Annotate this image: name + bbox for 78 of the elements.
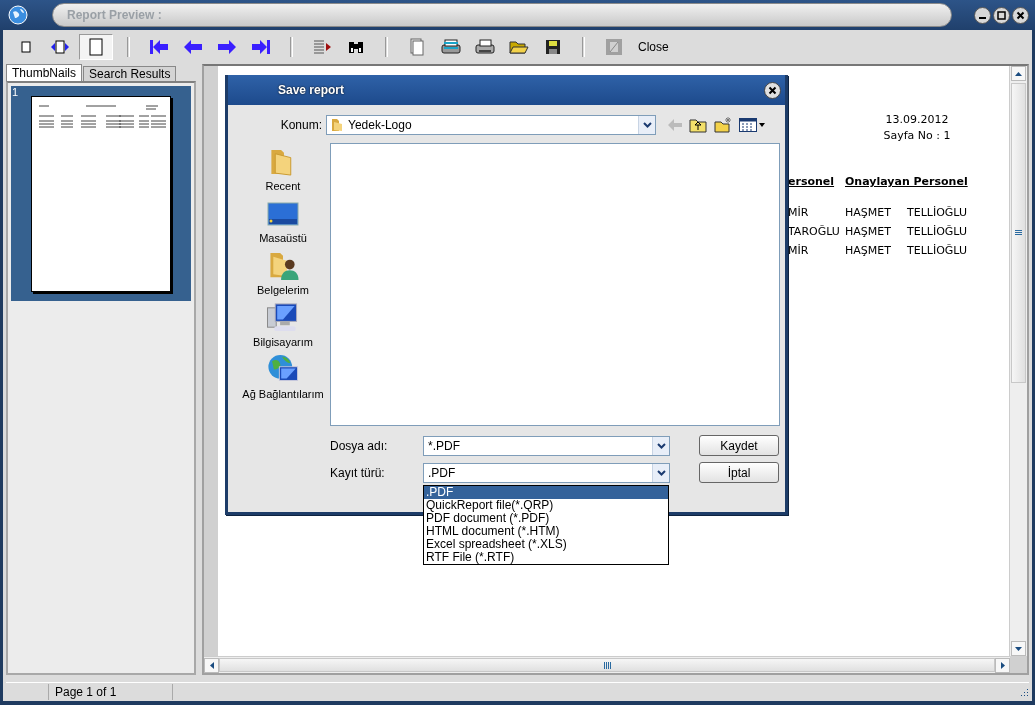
binoculars-icon (348, 40, 364, 54)
grip-icon[interactable] (1015, 230, 1022, 236)
minimize-icon[interactable] (974, 6, 991, 24)
report-date: 13.09.2012 (884, 112, 950, 128)
window-title: Report Preview : (67, 8, 162, 22)
table-cell-text: TELLİOĞLU (907, 205, 968, 221)
dropdown-option[interactable]: QuickReport file(*.QRP) (424, 499, 668, 512)
close-button[interactable]: Close (635, 38, 672, 56)
caret-icon[interactable] (656, 442, 666, 449)
status-page-count: Page 1 of 1 (49, 684, 173, 700)
dialog-title: Save report (278, 83, 346, 97)
folder-user-icon (267, 250, 299, 281)
cancel-button[interactable]: İptal (699, 462, 779, 483)
scroll-up-icon[interactable] (1015, 71, 1022, 76)
last-page-icon (252, 39, 270, 55)
table-cell-text: HAŞMET (845, 205, 892, 221)
save-icon (545, 39, 561, 55)
vertical-scrollbar[interactable] (1009, 66, 1027, 656)
page-icon (21, 41, 31, 53)
panel-tab[interactable]: ThumbNails (6, 64, 83, 81)
close-icon[interactable] (1012, 6, 1029, 24)
scroll-down-icon[interactable] (1015, 646, 1022, 651)
new-folder-icon[interactable] (714, 117, 732, 133)
place-label[interactable]: Belgelerim (257, 284, 309, 296)
panel-tab[interactable]: Search Results (83, 66, 177, 81)
full-page-button[interactable] (79, 34, 113, 60)
computer-icon (266, 302, 300, 333)
dropdown-option[interactable]: HTML document (*.HTM) (424, 525, 668, 538)
go-to-page-icon (313, 40, 331, 54)
place-label[interactable]: Recent (265, 180, 301, 192)
full-page-icon (89, 38, 103, 56)
file-type-dropdown[interactable]: .PDF (423, 462, 670, 483)
scroll-right-icon[interactable] (1000, 661, 1005, 669)
previous-page-icon (184, 39, 202, 55)
grip-icon[interactable] (603, 661, 611, 669)
dropdown-option[interactable]: Excel spreadsheet (*.XLS) (424, 538, 668, 551)
next-page-icon (218, 39, 236, 55)
printer-icon (475, 39, 495, 55)
table-cell-text: MİR (788, 205, 810, 221)
view-menu-icon[interactable] (739, 118, 765, 132)
thumbnail-item[interactable]: 1 (11, 86, 191, 301)
folder-icon (331, 118, 343, 132)
desktop-icon (267, 201, 299, 229)
column-header: Onaylayan Personel (845, 174, 969, 190)
page-number: 1 (12, 86, 19, 98)
page-number-label: Sayfa No : 1 (882, 128, 952, 144)
location-dropdown[interactable]: Yedek-Logo (326, 115, 656, 135)
save-button[interactable]: Kaydet (699, 435, 779, 456)
table-cell-text: HAŞMET (845, 243, 892, 259)
scroll-left-icon[interactable] (209, 661, 214, 669)
dropdown-option[interactable]: .PDF (424, 486, 668, 499)
place-label[interactable]: Masaüstü (259, 232, 307, 244)
table-cell-text: TAROĞLU (788, 224, 841, 240)
dropdown-option[interactable]: RTF File (*.RTF) (424, 551, 668, 564)
open-folder-icon (509, 39, 529, 55)
printer-setup-icon (441, 39, 461, 55)
close-icon[interactable] (764, 81, 781, 99)
caret-icon[interactable] (642, 122, 652, 128)
filename-field[interactable]: *.PDF (423, 435, 670, 456)
dropdown-option[interactable]: PDF document (*.PDF) (424, 512, 668, 525)
file-type-label: Kayıt türü: (330, 465, 386, 480)
horizontal-scrollbar[interactable] (204, 656, 1010, 673)
table-cell-text: HAŞMET (845, 224, 892, 240)
column-header: ersonel (788, 174, 836, 190)
place-label[interactable]: Ağ Bağlantılarım (242, 388, 324, 400)
filename-label: Dosya adı: (330, 438, 389, 453)
table-cell-text: TELLİOĞLU (907, 243, 968, 259)
up-folder-icon[interactable] (689, 117, 707, 133)
page-width-icon (51, 40, 69, 54)
maximize-icon[interactable] (993, 6, 1010, 24)
place-label[interactable]: Bilgisayarım (253, 336, 313, 348)
table-cell-text: MİR (788, 243, 810, 259)
location-label: Konum: (279, 118, 323, 132)
caret-icon[interactable] (656, 469, 666, 476)
resize-grip-icon[interactable] (1019, 687, 1029, 697)
first-page-icon (150, 39, 168, 55)
table-cell-text: TELLİOĞLU (907, 224, 968, 240)
globe-icon (8, 5, 28, 25)
